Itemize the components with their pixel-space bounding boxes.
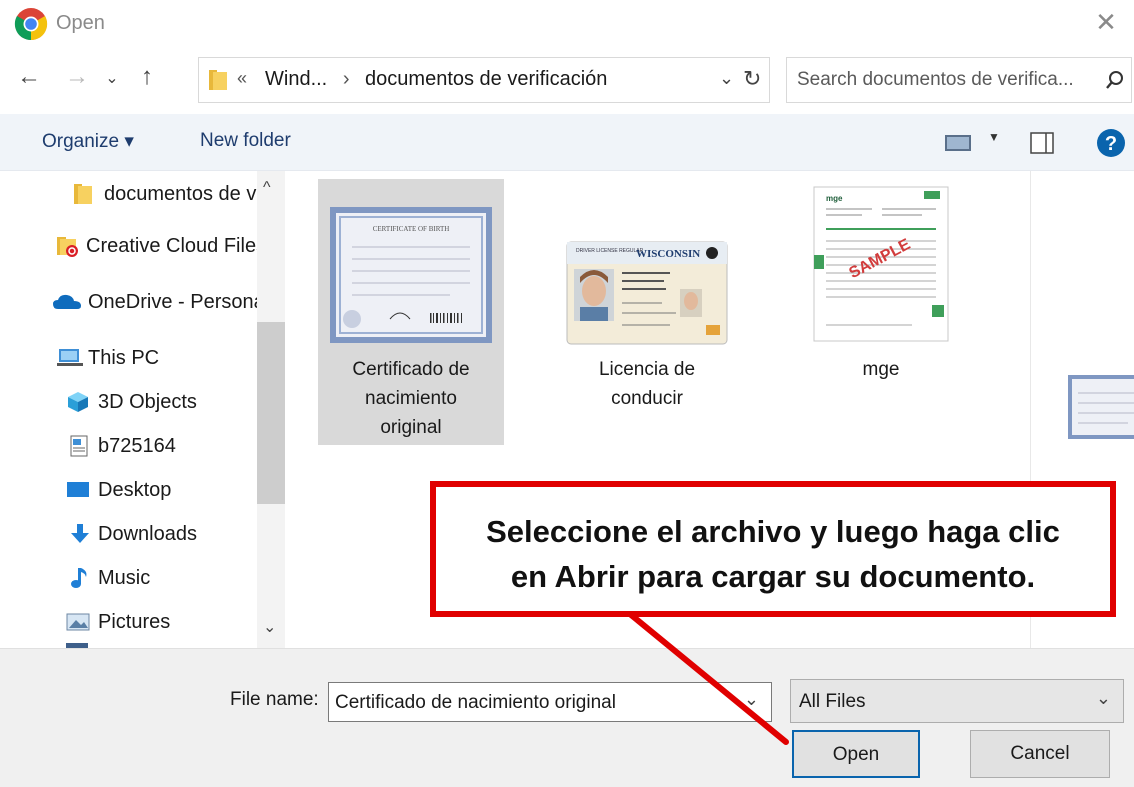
- callout-text: Seleccione el archivo y luego haga clic …: [486, 514, 1060, 594]
- instruction-callout: Seleccione el archivo y luego haga clic …: [430, 481, 1116, 617]
- callout-arrow: [627, 611, 789, 745]
